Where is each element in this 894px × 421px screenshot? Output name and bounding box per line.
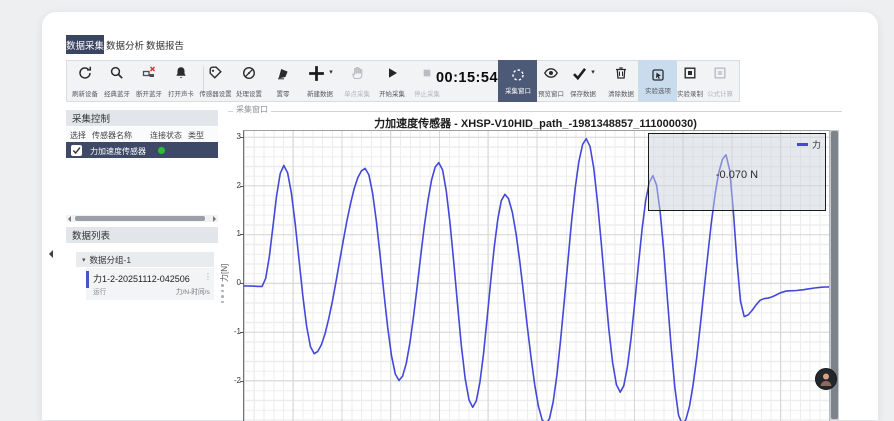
button-label: 采集窗口	[505, 86, 531, 95]
y-tick-mark	[240, 186, 244, 187]
experiment-options-icon	[650, 66, 666, 84]
y-tick-label: 2	[211, 181, 241, 190]
scrollbar-thumb[interactable]	[75, 216, 205, 221]
button-label: 单点采集	[344, 89, 370, 98]
zero-button[interactable]: 置零	[265, 63, 301, 100]
plus-icon: ▾	[307, 64, 333, 82]
button-label: 断开蓝牙	[136, 89, 162, 98]
bell-icon	[173, 64, 189, 82]
button-label: 经典蓝牙	[104, 89, 130, 98]
horizontal-scrollbar[interactable]	[66, 215, 218, 222]
col-conn-status: 连接状态	[150, 130, 182, 141]
bluetooth-disconnect-icon	[141, 64, 157, 82]
splitter-handle[interactable]	[221, 284, 224, 306]
caret-down-icon[interactable]: ▾	[591, 69, 595, 77]
clear-data-button[interactable]: 清除数据	[601, 63, 641, 100]
chart-legend: 力	[797, 138, 821, 151]
avatar[interactable]	[815, 368, 837, 390]
stop-icon	[419, 64, 435, 82]
formula-icon	[712, 64, 728, 82]
capture-control-panel-header: 采集控制	[66, 110, 218, 126]
col-select: 选择	[70, 130, 86, 141]
collapse-panel-icon[interactable]	[49, 250, 53, 258]
caret-down-icon[interactable]: ▾	[329, 69, 333, 77]
sensor-row[interactable]: 力加速度传感器 USB	[66, 142, 218, 158]
legend-label: 力	[812, 138, 821, 151]
chart-plot-area[interactable]: 3210-1-2 -0.070 N 力	[243, 130, 830, 421]
button-label: 处理设置	[236, 89, 262, 98]
data-group-row[interactable]: ▾ 数据分组-1	[76, 252, 214, 267]
item-title: 力1-2-20251112-042506	[93, 272, 190, 285]
status-dot	[158, 147, 165, 154]
y-tick-label: 0	[211, 278, 241, 287]
y-tick-label: -2	[211, 376, 241, 385]
sensor-checkbox[interactable]	[71, 145, 82, 156]
data-list-item[interactable]: 力1-2-20251112-042506 ⋮ 运行 力/N-时间/s	[86, 268, 214, 300]
data-list-panel-header: 数据列表	[66, 227, 218, 243]
scroll-left-icon[interactable]	[68, 216, 71, 222]
button-label: 置零	[277, 89, 290, 98]
col-type: 类型	[188, 130, 204, 141]
y-tick-mark	[240, 381, 244, 382]
capture-timer: 00:15:54	[435, 70, 499, 86]
tab-label: 数据采集	[66, 38, 104, 52]
dashed-circle-icon	[510, 66, 526, 84]
button-label: 清除数据	[608, 89, 634, 98]
sensor-name: 力加速度传感器	[90, 146, 146, 157]
refresh-icon	[77, 64, 93, 82]
tab-data-capture[interactable]: 数据采集	[66, 35, 104, 54]
col-sensor-name: 传感器名称	[92, 130, 132, 141]
selection-value-label: -0.070 N	[716, 169, 758, 181]
button-label: 新建数据	[307, 89, 333, 98]
chevron-down-icon[interactable]: ▾	[82, 256, 86, 264]
formula-calc-button[interactable]: 公式计算	[700, 63, 740, 100]
single-point-capture-button[interactable]: 单点采集	[337, 63, 377, 100]
zero-flag-icon	[275, 64, 291, 82]
tab-data-analysis[interactable]: 数据分析	[106, 35, 144, 54]
scroll-right-icon[interactable]	[213, 216, 216, 222]
button-label: 刷新设备	[72, 89, 98, 98]
check-icon: ▾	[571, 64, 595, 82]
panel-title: 数据列表	[72, 228, 110, 242]
y-tick-label: -1	[211, 327, 241, 336]
button-label: 实验选项	[645, 86, 671, 95]
legend-swatch	[797, 143, 808, 146]
panel-title: 采集控制	[72, 111, 110, 125]
hand-icon	[349, 64, 365, 82]
trash-icon	[613, 64, 629, 82]
groupbox-border	[228, 111, 842, 112]
y-tick-label: 1	[211, 229, 241, 238]
button-label: 停止采集	[414, 89, 440, 98]
save-data-button[interactable]: ▾ 保存数据	[561, 63, 605, 100]
y-tick-mark	[240, 283, 244, 284]
chart-title: 力加速度传感器 - XHSP-V10HID_path_-1981348857_1…	[243, 115, 828, 131]
y-tick-mark	[240, 332, 244, 333]
y-tick-mark	[240, 234, 244, 235]
data-group-label: 数据分组-1	[90, 254, 132, 266]
groupbox-label: 采集窗口	[233, 104, 271, 115]
play-icon	[384, 64, 400, 82]
search-icon	[109, 64, 125, 82]
button-label: 保存数据	[570, 89, 596, 98]
app-root: 数据采集 数据分析 数据报告 刷新设备 经典蓝牙 断开蓝牙 打开声卡 传感器设置…	[0, 0, 894, 420]
start-capture-button[interactable]: 开始采集	[372, 63, 412, 100]
tab-label: 数据报告	[146, 38, 184, 52]
y-tick-mark	[240, 137, 244, 138]
button-label: 开始采集	[379, 89, 405, 98]
new-data-button[interactable]: ▾ 新建数据	[298, 63, 342, 100]
button-label: 打开声卡	[168, 89, 194, 98]
sensor-table-header: 选择 传感器名称 连接状态 类型	[66, 127, 218, 142]
person-icon	[817, 370, 835, 388]
button-label: 公式计算	[707, 89, 733, 98]
eye-icon	[543, 64, 559, 82]
y-tick-label: 3	[211, 132, 241, 141]
dial-icon	[241, 64, 257, 82]
record-window-icon	[682, 64, 698, 82]
item-accent-bar	[86, 271, 89, 288]
sensor-tag-icon	[207, 64, 223, 82]
tab-label: 数据分析	[106, 38, 144, 52]
item-status: 运行	[93, 287, 106, 297]
tab-data-report[interactable]: 数据报告	[146, 35, 184, 54]
item-axes-label: 力/N-时间/s	[176, 287, 210, 297]
